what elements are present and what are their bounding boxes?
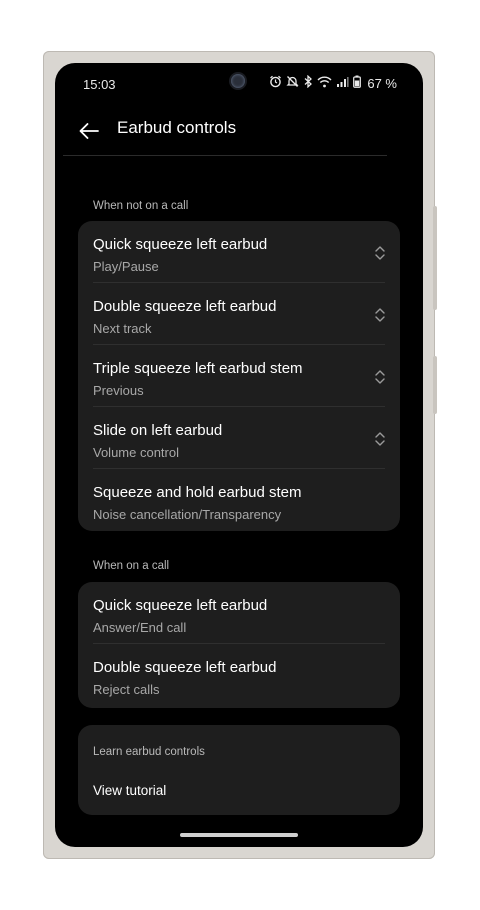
alarm-icon <box>269 75 282 91</box>
learn-controls-label: Learn earbud controls <box>93 746 205 758</box>
chevron-up-down-icon[interactable] <box>374 431 386 447</box>
list-item-title: Quick squeeze left earbud <box>93 236 268 253</box>
battery-icon <box>353 75 362 91</box>
phone-screen: 15:03 67 % Earbud controls When not on a… <box>55 63 423 847</box>
list-item-subtitle: Reject calls <box>93 682 160 697</box>
list-item-subtitle: Next track <box>93 321 152 336</box>
side-button-upper <box>433 206 437 310</box>
mute-icon <box>286 75 299 91</box>
list-item-triple-squeeze[interactable]: Triple squeeze left earbud stem Previous <box>78 345 400 407</box>
chevron-up-down-icon[interactable] <box>374 369 386 385</box>
chevron-up-down-icon[interactable] <box>374 307 386 323</box>
status-time: 15:03 <box>83 77 116 92</box>
list-item-subtitle: Noise cancellation/Transparency <box>93 507 282 522</box>
list-item-subtitle: Play/Pause <box>93 259 159 274</box>
header-divider <box>63 155 387 156</box>
side-button-lower <box>433 356 437 414</box>
signal-icon <box>336 76 349 91</box>
list-item-quick-squeeze[interactable]: Quick squeeze left earbud Play/Pause <box>78 221 400 283</box>
bluetooth-icon <box>303 74 313 91</box>
list-item-answer-end-call[interactable]: Quick squeeze left earbud Answer/End cal… <box>78 582 400 644</box>
list-item-title: Triple squeeze left earbud stem <box>93 360 303 377</box>
list-item-double-squeeze[interactable]: Double squeeze left earbud Next track <box>78 283 400 345</box>
list-item-title: Slide on left earbud <box>93 422 223 439</box>
list-item-slide[interactable]: Slide on left earbud Volume control <box>78 407 400 469</box>
page-title: Earbud controls <box>117 118 237 137</box>
section-label-not-on-call: When not on a call <box>93 200 189 212</box>
list-item-title: Squeeze and hold earbud stem <box>93 484 302 501</box>
wifi-icon <box>317 76 332 91</box>
list-item-subtitle: Volume control <box>93 445 179 460</box>
chevron-up-down-icon[interactable] <box>374 245 386 261</box>
arrow-left-icon[interactable] <box>77 119 101 143</box>
status-icons: 67 % <box>269 74 397 91</box>
battery-percent: 67 % <box>367 75 397 91</box>
list-item-title: Double squeeze left earbud <box>93 298 277 315</box>
list-item-reject-calls[interactable]: Double squeeze left earbud Reject calls <box>78 644 400 706</box>
card-learn-controls: Learn earbud controls View tutorial <box>78 725 400 815</box>
list-item-title: Double squeeze left earbud <box>93 659 277 676</box>
card-not-on-call: Quick squeeze left earbud Play/Pause Dou… <box>78 221 400 531</box>
section-label-on-call: When on a call <box>93 560 170 572</box>
list-item-subtitle: Answer/End call <box>93 620 187 635</box>
list-item-subtitle: Previous <box>93 383 144 398</box>
top-app-bar: Earbud controls <box>55 113 423 147</box>
home-indicator[interactable] <box>180 833 298 837</box>
view-tutorial-link[interactable]: View tutorial <box>93 783 166 798</box>
list-item-title: Quick squeeze left earbud <box>93 597 268 614</box>
front-camera <box>231 74 245 88</box>
list-item-squeeze-hold[interactable]: Squeeze and hold earbud stem Noise cance… <box>78 469 400 531</box>
status-bar: 15:03 67 % <box>55 63 423 103</box>
card-on-call: Quick squeeze left earbud Answer/End cal… <box>78 582 400 708</box>
